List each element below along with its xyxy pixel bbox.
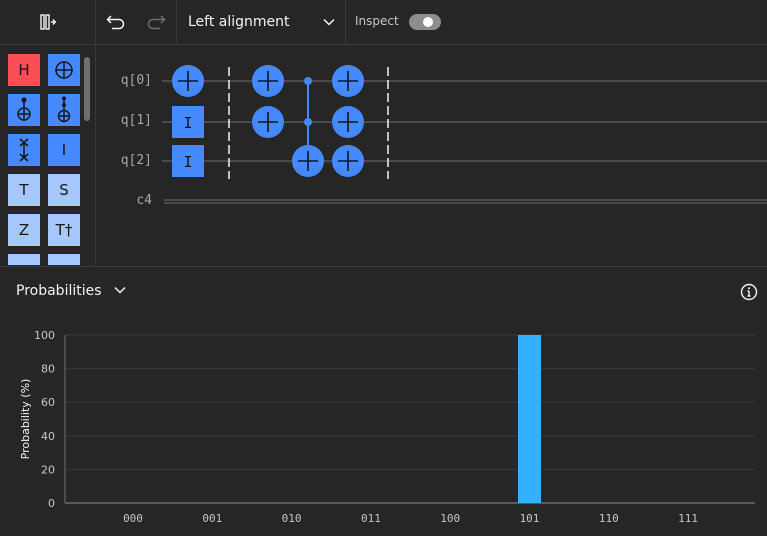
gate-x[interactable] xyxy=(48,54,80,86)
y-tick-label: 40 xyxy=(41,430,55,443)
alignment-label: Left alignment xyxy=(188,14,290,30)
palette-scrollbar[interactable] xyxy=(84,57,90,121)
inspect-label: Inspect xyxy=(355,14,399,28)
x-tick-label: 010 xyxy=(282,512,302,525)
y-tick-label: 100 xyxy=(34,329,55,342)
gate-rz[interactable] xyxy=(48,254,80,265)
undo-icon[interactable] xyxy=(106,14,126,30)
gate-label: Z xyxy=(18,221,30,239)
y-tick-label: 20 xyxy=(41,463,55,476)
gate-toffoli[interactable] xyxy=(48,94,80,126)
x-gate[interactable] xyxy=(332,145,364,177)
y-tick-label: 0 xyxy=(48,497,55,510)
gate-h[interactable]: H xyxy=(8,54,40,86)
x-tick-label: 100 xyxy=(440,512,460,525)
gate-t[interactable]: T xyxy=(8,174,40,206)
toffoli-icon xyxy=(54,96,74,124)
toolbar-divider xyxy=(176,0,177,44)
inspect-control: Inspect xyxy=(347,0,447,44)
toffoli-gate[interactable] xyxy=(292,77,324,177)
toolbar: Left alignment Inspect xyxy=(0,0,767,45)
redo-icon[interactable] xyxy=(146,14,166,30)
gate-label: T† xyxy=(55,221,73,239)
probabilities-chart: 0 20 40 60 80 100 Probability (%) 000 001 010 011 1… xyxy=(0,315,767,532)
x-tick-label: 011 xyxy=(361,512,381,525)
circuit-editor: q[0] q[1] q[2] c4 I I xyxy=(96,45,767,265)
x-gate[interactable] xyxy=(332,65,364,97)
x-gate[interactable] xyxy=(332,106,364,138)
x-tick-label: 001 xyxy=(202,512,222,525)
probabilities-header: Probabilities xyxy=(0,266,767,315)
i-gate[interactable]: I xyxy=(172,145,204,177)
x-gate[interactable] xyxy=(172,65,204,97)
oplus-icon xyxy=(54,60,74,80)
x-tick-label: 000 xyxy=(123,512,143,525)
svg-text:I: I xyxy=(183,153,192,171)
gate-sdg[interactable] xyxy=(8,254,40,265)
gate-cnot[interactable] xyxy=(8,94,40,126)
alignment-dropdown[interactable]: Left alignment xyxy=(178,0,345,44)
sidebar-collapse-icon xyxy=(39,14,56,30)
gate-label: I xyxy=(61,141,67,159)
gate-label: H xyxy=(18,61,30,79)
gate-label: T xyxy=(19,181,29,199)
toolbar-divider xyxy=(345,0,346,44)
chevron-down-icon xyxy=(323,18,335,26)
y-tick-label: 60 xyxy=(41,396,55,409)
undo-redo-group xyxy=(96,0,176,44)
gate-palette: H I T S Z T† xyxy=(0,45,96,265)
gate-swap[interactable] xyxy=(8,134,40,166)
gate-tdg[interactable]: T† xyxy=(48,214,80,246)
y-axis-label: Probability (%) xyxy=(19,379,32,460)
probabilities-title: Probabilities xyxy=(16,283,102,299)
x-tick-label: 111 xyxy=(678,512,698,525)
cnot-icon xyxy=(14,97,34,123)
x-gate[interactable] xyxy=(252,65,284,97)
gate-i[interactable]: I xyxy=(48,134,80,166)
gate-z[interactable]: Z xyxy=(8,214,40,246)
inspect-toggle[interactable] xyxy=(408,14,441,30)
swap-icon xyxy=(17,137,31,163)
gate-s[interactable]: S xyxy=(48,174,80,206)
i-gate[interactable]: I xyxy=(172,106,204,138)
x-gate[interactable] xyxy=(252,106,284,138)
circuit-canvas: I I xyxy=(162,65,767,204)
info-icon[interactable] xyxy=(740,283,758,301)
x-tick-label: 110 xyxy=(599,512,619,525)
chevron-down-icon[interactable] xyxy=(113,285,127,295)
y-tick-label: 80 xyxy=(41,363,55,376)
svg-text:I: I xyxy=(183,114,192,132)
probability-bar xyxy=(518,335,541,503)
x-tick-label: 101 xyxy=(520,512,540,525)
toggle-panel-button[interactable] xyxy=(0,0,95,44)
gate-label: S xyxy=(59,181,69,199)
probabilities-chart-svg: 0 20 40 60 80 100 Probability (%) 000 001 010 011 1… xyxy=(19,329,755,525)
